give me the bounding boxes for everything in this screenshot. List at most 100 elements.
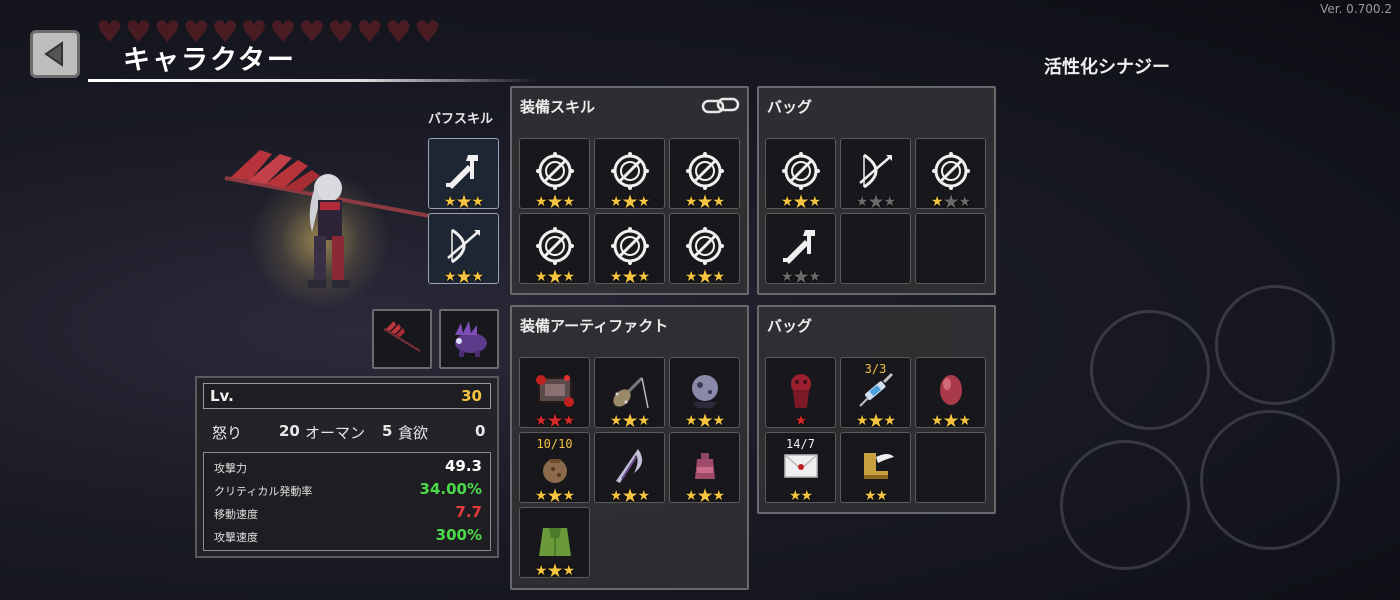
star-icon: ★ [883, 413, 897, 429]
skill-bag-slot[interactable]: ★★★ [765, 138, 836, 212]
star-rating: ★★★ [595, 266, 664, 288]
artifact-slot[interactable]: 10/10 ★★★ [519, 432, 590, 507]
star-rating: ★★★ [520, 485, 589, 507]
equipped-skill-slot[interactable]: ★★★ [519, 138, 590, 213]
star-icon: ★ [534, 413, 548, 429]
artifact-slot[interactable]: ★★★ [594, 432, 665, 507]
equipped-skill-slot[interactable]: ★★★ [519, 213, 590, 288]
equipped-skills-title: 装備スキル [520, 98, 596, 116]
star-rating: ★★★ [766, 193, 835, 212]
forbidden-shield-icon [535, 151, 574, 190]
star-icon: ★ [546, 485, 563, 507]
star-icon: ★ [443, 194, 457, 210]
buff-skill-slot[interactable]: ★★★ [428, 138, 499, 212]
weapon-slot[interactable] [372, 309, 432, 369]
star-rating: ★★★ [520, 412, 589, 431]
traits-row: 怒り 20 オーマン 5 貪欲 0 [212, 422, 488, 442]
trait-greed-value: 0 [475, 422, 486, 440]
forbidden-shield-icon [781, 151, 820, 190]
equipped-artifacts-title: 装備アーティファクト [520, 317, 669, 335]
star-icon: ★ [712, 488, 726, 504]
star-rating: ★ [766, 414, 835, 428]
buff-skill-slot[interactable]: ★★★ [428, 213, 499, 288]
star-icon: ★ [455, 266, 472, 288]
artifact-bag-slot[interactable]: 3/3 ★★★ [840, 357, 911, 432]
equipped-skill-slot[interactable]: ★★★ [594, 138, 665, 212]
star-icon: ★ [883, 194, 897, 210]
star-rating: ★★★ [916, 193, 985, 212]
artifact-bag-slot[interactable]: 14/7 ★★ [765, 432, 836, 503]
star-icon: ★ [609, 269, 623, 285]
artifact-slot[interactable]: ★★★ [594, 357, 665, 432]
star-rating: ★★★ [595, 193, 664, 212]
skill-bag-slot[interactable]: ★★★ [915, 138, 986, 212]
attack-button-bg [1215, 285, 1335, 405]
level-row: Lv. 30 [203, 383, 491, 409]
star-icon: ★ [637, 413, 651, 429]
skill-bag-slot[interactable]: ★★★ [840, 138, 911, 213]
star-rating: ★★★ [429, 266, 498, 288]
star-icon: ★ [867, 191, 884, 213]
star-icon: ★ [684, 413, 698, 429]
star-icon: ★ [609, 413, 623, 429]
skill-bag-slot[interactable] [840, 213, 911, 284]
stat-crit-label: クリティカル発動率 [214, 485, 313, 498]
stat-move-speed: 移動速度 7.7 [214, 503, 482, 523]
star-icon: ★ [546, 191, 563, 213]
page-title: キャラクター [123, 45, 296, 76]
pet-slot[interactable] [439, 309, 499, 369]
star-icon: ★ [562, 563, 576, 579]
active-synergy-title[interactable]: 活性化シナジー [1044, 53, 1170, 79]
artifact-bag-slot[interactable] [915, 432, 986, 503]
star-icon: ★ [562, 488, 576, 504]
star-rating: ★★★ [670, 268, 739, 287]
back-button[interactable] [30, 30, 80, 78]
star-icon: ★ [534, 488, 548, 504]
artifact-bag-slot[interactable]: ★★★ [915, 357, 986, 431]
potion-flask-icon [694, 452, 715, 479]
star-rating: ★★★ [670, 191, 739, 213]
artifact-slot[interactable]: ★★★ [669, 357, 740, 431]
star-rating: ★★★ [595, 485, 664, 507]
artifact-bag-slot[interactable]: ★ [765, 357, 836, 428]
star-icon: ★ [696, 191, 713, 213]
equipped-skill-slot[interactable]: ★★★ [669, 138, 740, 213]
star-rating: ★★ [766, 489, 835, 503]
star-icon: ★ [696, 485, 713, 507]
equipped-skill-slot[interactable]: ★★★ [594, 213, 665, 288]
burning-tome-icon [535, 374, 574, 407]
trait-rage-label: 怒り [212, 424, 243, 442]
version-label: Ver. 0.700.2 [1320, 2, 1392, 16]
skill-bag-slot[interactable]: ★★★ [765, 213, 836, 288]
star-icon: ★ [443, 269, 457, 285]
artifact-slot[interactable]: ★★★ [519, 357, 590, 431]
stat-crit-value: 34.00% [419, 480, 482, 498]
artifact-bag-title: バッグ [767, 317, 813, 335]
star-icon: ★ [792, 266, 809, 288]
star-icon: ★ [621, 485, 638, 507]
star-rating: ★★★ [520, 560, 589, 582]
equipped-skill-slot[interactable]: ★★★ [669, 213, 740, 287]
heart-icon: ♥ [96, 15, 123, 50]
artifact-slot[interactable]: ★★★ [519, 507, 590, 582]
star-icon: ★ [546, 266, 563, 288]
star-icon: ★ [867, 410, 884, 432]
green-cloak-icon [538, 527, 571, 556]
artifact-bag-slot[interactable]: ★★ [840, 432, 911, 503]
skill-bag-slot[interactable] [915, 213, 986, 284]
star-icon: ★ [621, 266, 638, 288]
star-icon: ★ [621, 410, 638, 432]
trait-omen-value: 5 [382, 422, 393, 440]
trait-greed-label: 貪欲 [398, 424, 429, 442]
scythe-blade-icon [615, 448, 642, 483]
artifact-slot[interactable]: ★★★ [669, 432, 740, 507]
beast-pet-icon [455, 321, 487, 357]
star-rating: ★★★ [766, 266, 835, 288]
star-icon: ★ [546, 560, 563, 582]
star-icon: ★ [471, 269, 485, 285]
heart-icon: ♥ [385, 15, 412, 50]
star-icon: ★ [808, 269, 822, 285]
link-icon[interactable] [701, 96, 741, 116]
star-icon: ★ [534, 194, 548, 210]
star-icon: ★ [471, 194, 485, 210]
